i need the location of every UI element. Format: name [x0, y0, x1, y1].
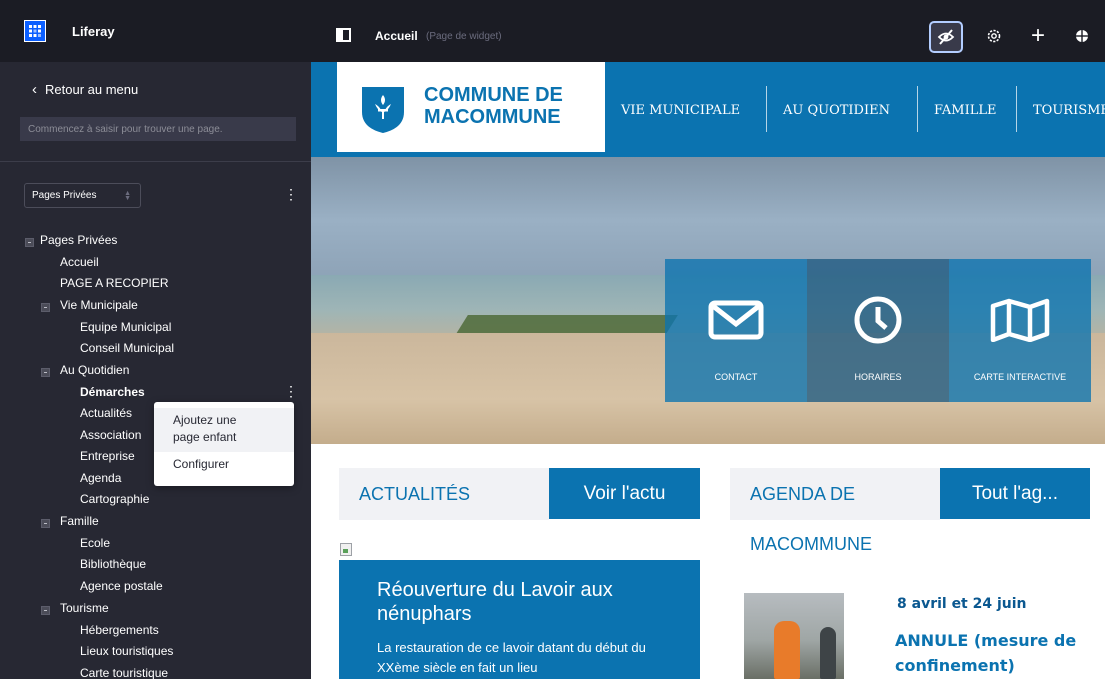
collapse-toggle-icon[interactable]	[41, 303, 50, 312]
nav-famille[interactable]: FAMILLE	[934, 103, 996, 118]
clock-icon	[853, 296, 903, 344]
event-image-figure	[774, 621, 800, 679]
tree-node-lieux-touristiques[interactable]: Lieux touristiques	[80, 644, 173, 658]
chevron-left-icon: ‹	[32, 81, 37, 98]
event-title[interactable]: ANNULE (mesure de confinement)	[895, 628, 1095, 678]
add-child-page-label-line1: Ajoutez une	[173, 413, 237, 427]
page-search-input[interactable]	[20, 117, 296, 141]
tree-node-famille[interactable]: Famille	[60, 514, 99, 528]
tree-node-agenda[interactable]: Agenda	[80, 471, 121, 485]
tree-node-entreprise[interactable]: Entreprise	[80, 449, 135, 463]
map-icon	[990, 297, 1050, 343]
collapse-toggle-icon[interactable]	[25, 238, 34, 247]
quicklink-contact[interactable]: CONTACT	[665, 259, 807, 402]
collapse-toggle-icon[interactable]	[41, 519, 50, 528]
site-name-line1: COMMUNE DE	[424, 84, 563, 106]
node-options-icon[interactable]: ⋮	[284, 383, 298, 400]
quicklink-horaires[interactable]: HORAIRES	[807, 259, 949, 402]
quicklink-contact-label: CONTACT	[714, 372, 758, 382]
tree-node-tourisme[interactable]: Tourisme	[60, 601, 109, 615]
tree-node-ecole[interactable]: Ecole	[80, 536, 110, 550]
news-section-header: ACTUALITÉS	[339, 468, 549, 520]
tree-node-actualites[interactable]: Actualités	[80, 406, 132, 420]
event-image[interactable]	[744, 593, 844, 679]
see-news-button[interactable]: Voir l'actu	[549, 468, 700, 519]
quicklink-horaires-label: HORAIRES	[854, 372, 902, 382]
tree-node-au-quotidien[interactable]: Au Quotidien	[60, 363, 129, 377]
tree-node-accueil[interactable]: Accueil	[60, 255, 99, 269]
tree-node-demarches[interactable]: Démarches	[80, 385, 145, 399]
envelope-icon	[708, 297, 764, 343]
gear-icon[interactable]	[984, 26, 1004, 46]
page-set-options-icon[interactable]: ⋮	[284, 186, 298, 203]
simulation-icon[interactable]	[1072, 26, 1092, 46]
back-to-menu-link[interactable]: ‹ Retour au menu	[32, 81, 138, 98]
tree-node-association[interactable]: Association	[80, 428, 141, 442]
brand-name: Liferay	[72, 23, 115, 39]
see-agenda-button[interactable]: Tout l'ag...	[940, 468, 1090, 519]
add-child-page-menu-item[interactable]: Ajoutez une page enfant	[154, 408, 294, 452]
liferay-logo-icon[interactable]	[24, 20, 46, 42]
event-date: 8 avril et 24 juin	[897, 596, 1027, 612]
page-set-select[interactable]: Pages Privées ▲ ▼	[24, 183, 141, 208]
news-card[interactable]: Réouverture du Lavoir aux nénuphars La r…	[339, 560, 700, 679]
broken-image-icon	[340, 543, 352, 556]
tree-node-cartographie[interactable]: Cartographie	[80, 492, 149, 506]
hero-banner: CONTACT HORAIRES CARTE INTERACTIVE	[311, 157, 1105, 444]
panel-toggle-icon[interactable]	[336, 28, 351, 42]
site-name-line2: MACOMMUNE	[424, 106, 561, 128]
news-heading: ACTUALITÉS	[359, 484, 471, 504]
tree-node-page-a-recopier[interactable]: PAGE A RECOPIER	[60, 276, 168, 290]
sidebar-divider	[0, 161, 311, 162]
tree-node-pages-privees[interactable]: Pages Privées	[40, 233, 117, 247]
tree-node-equipe-municipal[interactable]: Equipe Municipal	[80, 320, 171, 334]
nav-separator	[1016, 86, 1017, 132]
site-name: COMMUNE DE MACOMMUNE	[424, 84, 563, 128]
agenda-section-header: AGENDA DE	[730, 468, 940, 520]
nav-au-quotidien[interactable]: AU QUOTIDIEN	[783, 103, 890, 118]
page-type-label: (Page de widget)	[426, 31, 502, 42]
control-menu-bar: Accueil (Page de widget) +	[311, 0, 1105, 62]
sidebar-header: Liferay	[0, 0, 311, 62]
tree-node-conseil-municipal[interactable]: Conseil Municipal	[80, 341, 174, 355]
tree-node-bibliotheque[interactable]: Bibliothèque	[80, 557, 146, 571]
quick-links: CONTACT HORAIRES CARTE INTERACTIVE	[665, 259, 1091, 402]
add-child-page-label-line2: page enfant	[173, 430, 237, 444]
nav-vie-municipale[interactable]: VIE MUNICIPALE	[621, 103, 740, 118]
nav-tourisme[interactable]: TOURISME	[1033, 103, 1105, 118]
tree-node-vie-municipale[interactable]: Vie Municipale	[60, 298, 138, 312]
collapse-toggle-icon[interactable]	[41, 606, 50, 615]
node-context-menu: Ajoutez une page enfant Configurer	[154, 402, 294, 486]
agenda-heading-line2: MACOMMUNE	[750, 534, 872, 554]
configure-menu-item[interactable]: Configurer	[173, 457, 229, 471]
tree-node-hebergements[interactable]: Hébergements	[80, 623, 159, 637]
site-logo[interactable]: COMMUNE DE MACOMMUNE	[337, 62, 605, 152]
tree-node-agence-postale[interactable]: Agence postale	[80, 579, 163, 593]
nav-separator	[917, 86, 918, 132]
plus-icon[interactable]: +	[1028, 24, 1048, 48]
product-menu-sidebar: Liferay ‹ Retour au menu Pages Privées ▲…	[0, 0, 311, 679]
collapse-toggle-icon[interactable]	[41, 368, 50, 377]
select-caret-icon: ▲ ▼	[124, 190, 131, 202]
nav-separator	[766, 86, 767, 132]
event-image-figure	[820, 627, 836, 679]
agenda-heading: AGENDA DE	[750, 484, 856, 504]
eye-slash-icon	[937, 29, 955, 45]
page-set-value: Pages Privées	[32, 190, 97, 201]
tree-node-carte-touristique[interactable]: Carte touristique	[80, 666, 168, 679]
quicklink-carte-interactive[interactable]: CARTE INTERACTIVE	[949, 259, 1091, 402]
back-to-menu-label: Retour au menu	[45, 82, 139, 97]
news-card-title: Réouverture du Lavoir aux nénuphars	[377, 579, 613, 625]
page-title: Accueil	[375, 29, 418, 43]
fleur-de-lis-shield-icon	[362, 87, 404, 133]
news-card-excerpt: La restauration de ce lavoir datant du d…	[377, 640, 646, 675]
preview-toggle-button[interactable]	[929, 21, 963, 53]
quicklink-carte-interactive-label: CARTE INTERACTIVE	[973, 372, 1067, 382]
